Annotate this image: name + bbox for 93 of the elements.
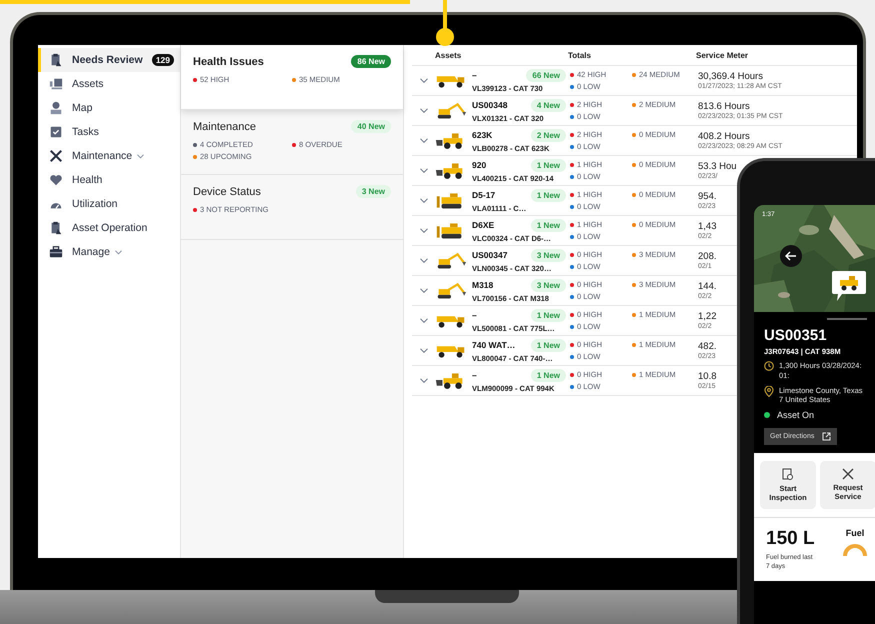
asset-name: – (472, 70, 477, 80)
grid-icon (49, 77, 63, 91)
expand-chevron-icon[interactable] (420, 348, 428, 353)
asset-name: M318 (472, 280, 494, 290)
nav-item[interactable]: Utilization (38, 192, 180, 216)
clock-icon (764, 361, 774, 371)
fuel-title: Fuel (846, 528, 864, 538)
location-pin-icon (764, 386, 774, 396)
checklist-icon (49, 125, 63, 139)
map-marker-icon[interactable] (832, 271, 866, 301)
column-header: Totals (568, 50, 592, 60)
fuel-value: 150 L (766, 528, 816, 550)
meter-hours: 10.8 (698, 371, 716, 382)
nav-label: Tasks (72, 126, 99, 138)
nav-item[interactable]: Assets (38, 72, 180, 96)
new-count-badge: 1 New (530, 338, 566, 352)
new-count-badge: 3 New (356, 185, 391, 198)
nav-label: Manage (72, 246, 110, 258)
status-text: Asset On (777, 410, 814, 422)
back-button[interactable] (780, 245, 802, 267)
nav-item[interactable]: Map (38, 96, 180, 120)
expand-chevron-icon[interactable] (420, 168, 428, 173)
expand-chevron-icon[interactable] (420, 198, 428, 203)
nav-label: Asset Operation (72, 222, 148, 234)
meter-hours: 53.3 Hou (698, 161, 737, 172)
expand-chevron-icon[interactable] (420, 228, 428, 233)
new-count-badge: 1 New (530, 188, 566, 202)
gauge-icon (843, 542, 867, 556)
chevron-down-icon (114, 250, 122, 254)
nav-item[interactable]: Maintenance (38, 144, 180, 168)
asset-name: – (472, 370, 477, 380)
asset-name: US00347 (472, 250, 508, 260)
new-count-badge: 40 New (351, 120, 391, 133)
expand-chevron-icon[interactable] (420, 108, 428, 113)
nav-label: Health (72, 174, 102, 186)
chevron-down-icon (137, 154, 144, 158)
meter-hours: 954. (698, 191, 716, 202)
nav-item[interactable]: Asset Operation (38, 216, 180, 240)
nav-item[interactable]: Needs Review 129 (38, 48, 180, 72)
heart-icon (49, 173, 63, 187)
asset-name: 740 WAT… (472, 340, 516, 350)
expand-chevron-icon[interactable] (420, 378, 428, 383)
asset-name: D6XE (472, 220, 494, 230)
nav-label: Assets (72, 78, 104, 90)
asset-name: 920 (472, 160, 486, 170)
meter-hours: 408.2 Hours (698, 131, 751, 142)
inspection-icon (782, 468, 794, 481)
clipboard-icon (49, 221, 63, 235)
nav-item[interactable]: Manage (38, 240, 180, 264)
tools-icon (49, 149, 63, 163)
new-count-badge: 86 New (351, 55, 391, 68)
column-header: Assets (435, 50, 462, 60)
tools-icon (842, 468, 854, 480)
meter-hours: 30,369.4 Hours (698, 71, 764, 82)
expand-chevron-icon[interactable] (420, 318, 428, 323)
asset-name: D5-17 (472, 190, 496, 200)
card-title: Health Issues (193, 56, 264, 68)
column-header: Service Meter (696, 50, 748, 60)
expand-chevron-icon[interactable] (420, 258, 428, 263)
clipboard-icon (49, 53, 63, 67)
new-count-badge: 3 New (530, 278, 566, 292)
expand-chevron-icon[interactable] (420, 78, 428, 83)
meter-hours: 813.6 Hours (698, 101, 751, 112)
new-count-badge: 1 New (530, 368, 566, 382)
nav-label: Map (72, 102, 92, 114)
briefcase-icon (49, 245, 63, 259)
meter-hours: 208. (698, 251, 716, 262)
meter-hours: 1,43 (698, 221, 716, 232)
new-count-badge: 3 New (530, 248, 566, 262)
external-link-icon (822, 432, 832, 441)
new-count-badge: 1 New (530, 218, 566, 232)
asset-name: US00348 (472, 100, 508, 110)
nav-label: Utilization (72, 198, 118, 210)
nav-item[interactable]: Tasks (38, 120, 180, 144)
card-title: Maintenance (193, 120, 256, 132)
asset-title: US00351 (764, 327, 828, 344)
nav-label: Needs Review (72, 54, 143, 66)
nav-item[interactable]: Health (38, 168, 180, 192)
new-count-badge: 4 New (530, 98, 566, 112)
expand-chevron-icon[interactable] (420, 288, 428, 293)
count-badge: 129 (152, 54, 174, 66)
meter-hours: 1,22 (698, 311, 716, 322)
new-count-badge: 1 New (530, 308, 566, 322)
expand-chevron-icon[interactable] (420, 138, 428, 143)
asset-name: – (472, 310, 477, 320)
meter-hours: 482. (698, 341, 716, 352)
nav-label: Maintenance (72, 150, 132, 162)
new-count-badge: 66 New (526, 68, 566, 82)
new-count-badge: 1 New (530, 158, 566, 172)
meter-hours: 144. (698, 281, 716, 292)
new-count-badge: 2 New (530, 128, 566, 142)
asset-name: 623K (472, 130, 492, 140)
card-title: Device Status (193, 186, 261, 198)
